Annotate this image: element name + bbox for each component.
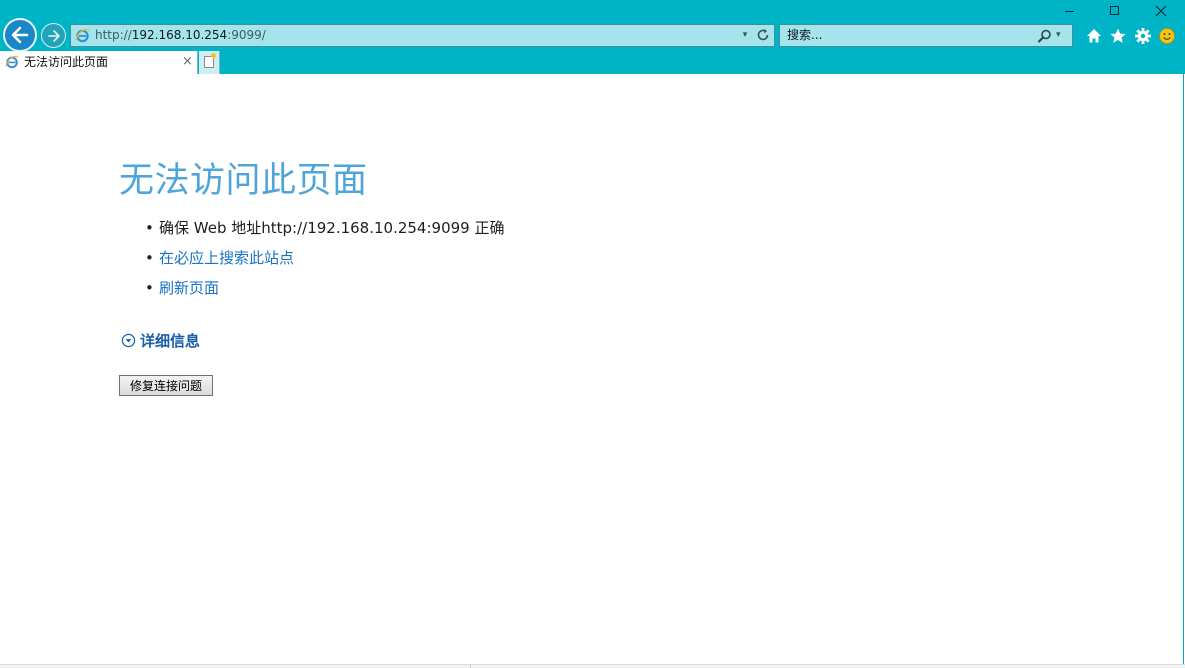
favorites-star-icon[interactable] [1108,26,1128,46]
close-icon [1155,5,1167,17]
minimize-button[interactable] [1046,0,1092,22]
search-icon[interactable] [1037,28,1053,44]
tab-close-icon[interactable]: × [182,51,193,73]
forward-button[interactable] [41,23,66,48]
url-host: 192.168.10.254 [131,28,228,42]
details-label: 详细信息 [140,331,201,350]
search-box[interactable]: 搜索... ▾ [779,24,1073,47]
back-button[interactable] [3,18,37,52]
suggestion-check-address: 确保 Web 地址http://192.168.10.254:9099 正确 [145,215,504,245]
ie-logo-icon [75,28,90,43]
search-bing-link[interactable]: 在必应上搜索此站点 [159,249,294,267]
address-url[interactable]: http://192.168.10.254:9099/ [95,25,266,46]
suggestion-list: 确保 Web 地址http://192.168.10.254:9099 正确 在… [145,215,504,305]
details-toggle[interactable]: 详细信息 [121,329,200,351]
feedback-smiley-icon[interactable] [1157,26,1177,46]
address-dropdown-button[interactable]: ▾ [739,25,751,46]
refresh-icon[interactable] [755,27,771,43]
close-window-button[interactable] [1138,0,1184,22]
home-icon[interactable] [1084,26,1104,46]
new-tab-button[interactable] [199,51,220,74]
maximize-button[interactable] [1092,0,1138,22]
tab-current[interactable]: 无法访问此页面 × [0,51,198,74]
address-bar[interactable]: http://192.168.10.254:9099/ ▾ [70,24,775,47]
page-title: 无法访问此页面 [119,161,368,201]
suggestion-text: 确保 Web 地址http://192.168.10.254:9099 正确 [159,219,505,237]
maximize-icon [1110,6,1119,15]
tab-title: 无法访问此页面 [24,55,109,69]
forward-arrow-icon [47,29,60,42]
tools-gear-icon[interactable] [1133,26,1153,46]
status-bar [0,664,1185,668]
suggestion-search-bing: 在必应上搜索此站点 [145,245,504,275]
new-tab-spark-icon [211,53,216,58]
url-scheme: http:// [95,28,132,42]
refresh-page-link[interactable]: 刷新页面 [159,279,219,297]
url-port-path: :9099/ [227,28,266,42]
search-placeholder: 搜索... [787,28,823,42]
search-dropdown-button[interactable]: ▾ [1056,25,1061,46]
browser-frame: http://192.168.10.254:9099/ ▾ 搜索... ▾ 无法… [0,0,1185,74]
tab-ie-icon [5,55,19,69]
page-content: 无法访问此页面 确保 Web 地址http://192.168.10.254:9… [0,74,1184,664]
back-arrow-icon [11,26,29,44]
minimize-icon [1065,11,1074,12]
fix-connection-button[interactable]: 修复连接问题 [119,375,213,396]
chevron-down-circle-icon [121,333,136,347]
suggestion-refresh: 刷新页面 [145,275,504,305]
